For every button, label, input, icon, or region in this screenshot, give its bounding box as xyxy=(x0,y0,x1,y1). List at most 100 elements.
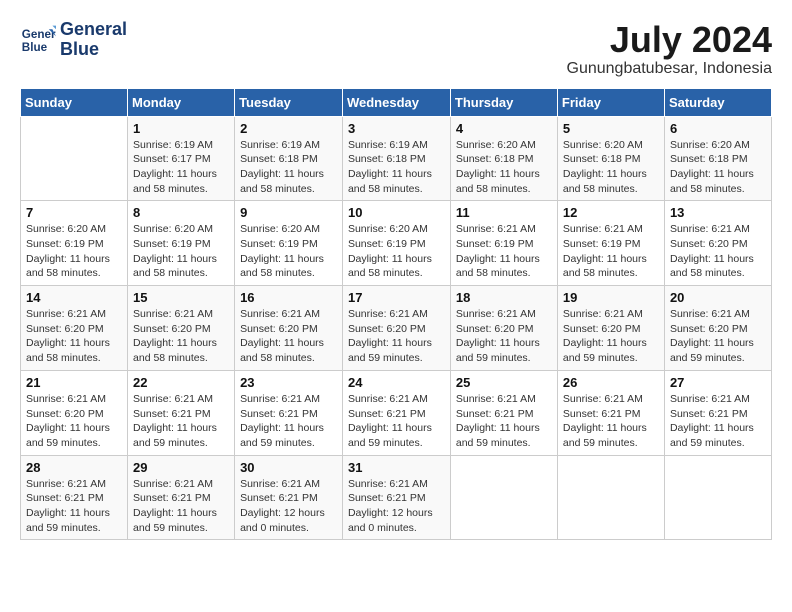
weekday-header-wednesday: Wednesday xyxy=(342,88,450,116)
day-number: 18 xyxy=(456,290,552,305)
calendar-cell: 2Sunrise: 6:19 AMSunset: 6:18 PMDaylight… xyxy=(235,116,343,201)
weekday-header-monday: Monday xyxy=(128,88,235,116)
day-detail: Sunrise: 6:19 AMSunset: 6:18 PMDaylight:… xyxy=(348,138,445,197)
weekday-header-tuesday: Tuesday xyxy=(235,88,343,116)
calendar-cell: 21 Sunrise: 6:21 AMSunset: 6:20 PMDayligh… xyxy=(21,370,128,455)
day-number: 26 xyxy=(563,375,659,390)
day-detail: Sunrise: 6:20 AMSunset: 6:19 PMDaylight:… xyxy=(26,222,122,281)
calendar-cell: 8 Sunrise: 6:20 AMSunset: 6:19 PMDaylight… xyxy=(128,201,235,286)
calendar-cell: 18 Sunrise: 6:21 AMSunset: 6:20 PMDayligh… xyxy=(450,286,557,371)
day-detail: Sunrise: 6:20 AMSunset: 6:19 PMDaylight:… xyxy=(240,222,337,281)
day-detail: Sunrise: 6:20 AMSunset: 6:18 PMDaylight:… xyxy=(670,138,766,197)
title-block: July 2024 Gunungbatubesar, Indonesia xyxy=(567,20,773,78)
day-detail: Sunrise: 6:20 AMSunset: 6:18 PMDaylight:… xyxy=(456,138,552,197)
day-detail: Sunrise: 6:21 AMSunset: 6:20 PMDaylight:… xyxy=(348,307,445,366)
logo: General Blue General Blue xyxy=(20,20,127,60)
day-detail: Sunrise: 6:21 AMSunset: 6:21 PMDaylight:… xyxy=(348,477,445,536)
day-detail: Sunrise: 6:21 AMSunset: 6:20 PMDaylight:… xyxy=(456,307,552,366)
calendar-cell: 10 Sunrise: 6:20 AMSunset: 6:19 PMDayligh… xyxy=(342,201,450,286)
weekday-header-friday: Friday xyxy=(557,88,664,116)
day-number: 10 xyxy=(348,205,445,220)
calendar-cell: 11Sunrise: 6:21 AMSunset: 6:19 PMDayligh… xyxy=(450,201,557,286)
day-number: 19 xyxy=(563,290,659,305)
calendar-cell: 20Sunrise: 6:21 AMSunset: 6:20 PMDayligh… xyxy=(664,286,771,371)
day-detail: Sunrise: 6:20 AMSunset: 6:19 PMDaylight:… xyxy=(133,222,229,281)
day-number: 5 xyxy=(563,121,659,136)
svg-text:Blue: Blue xyxy=(22,41,48,54)
day-detail: Sunrise: 6:21 AMSunset: 6:21 PMDaylight:… xyxy=(133,392,229,451)
weekday-header-saturday: Saturday xyxy=(664,88,771,116)
day-number: 31 xyxy=(348,460,445,475)
day-detail: Sunrise: 6:21 AMSunset: 6:21 PMDaylight:… xyxy=(670,392,766,451)
calendar-cell: 6 Sunrise: 6:20 AMSunset: 6:18 PMDaylight… xyxy=(664,116,771,201)
calendar-cell: 25 Sunrise: 6:21 AMSunset: 6:21 PMDayligh… xyxy=(450,370,557,455)
weekday-header-row: SundayMondayTuesdayWednesdayThursdayFrid… xyxy=(21,88,772,116)
day-detail: Sunrise: 6:21 AMSunset: 6:19 PMDaylight:… xyxy=(563,222,659,281)
day-detail: Sunrise: 6:21 AMSunset: 6:20 PMDaylight:… xyxy=(670,307,766,366)
day-detail: Sunrise: 6:21 AMSunset: 6:21 PMDaylight:… xyxy=(240,392,337,451)
logo-text-line2: Blue xyxy=(60,40,127,60)
day-number: 16 xyxy=(240,290,337,305)
calendar-table: SundayMondayTuesdayWednesdayThursdayFrid… xyxy=(20,88,772,541)
day-number: 1 xyxy=(133,121,229,136)
calendar-cell xyxy=(664,455,771,540)
calendar-cell: 16 Sunrise: 6:21 AMSunset: 6:20 PMDayligh… xyxy=(235,286,343,371)
calendar-cell: 12Sunrise: 6:21 AMSunset: 6:19 PMDayligh… xyxy=(557,201,664,286)
calendar-cell: 27 Sunrise: 6:21 AMSunset: 6:21 PMDayligh… xyxy=(664,370,771,455)
calendar-cell: 26 Sunrise: 6:21 AMSunset: 6:21 PMDayligh… xyxy=(557,370,664,455)
calendar-cell: 13Sunrise: 6:21 AMSunset: 6:20 PMDayligh… xyxy=(664,201,771,286)
calendar-cell: 15 Sunrise: 6:21 AMSunset: 6:20 PMDayligh… xyxy=(128,286,235,371)
day-number: 28 xyxy=(26,460,122,475)
day-detail: Sunrise: 6:21 AMSunset: 6:20 PMDaylight:… xyxy=(26,392,122,451)
general-blue-logo-icon: General Blue xyxy=(20,22,56,58)
calendar-cell: 30Sunrise: 6:21 AMSunset: 6:21 PMDayligh… xyxy=(235,455,343,540)
day-number: 22 xyxy=(133,375,229,390)
day-detail: Sunrise: 6:21 AMSunset: 6:21 PMDaylight:… xyxy=(133,477,229,536)
day-number: 4 xyxy=(456,121,552,136)
calendar-cell: 9 Sunrise: 6:20 AMSunset: 6:19 PMDaylight… xyxy=(235,201,343,286)
day-number: 25 xyxy=(456,375,552,390)
day-number: 27 xyxy=(670,375,766,390)
logo-text-line1: General xyxy=(60,20,127,40)
day-number: 7 xyxy=(26,205,122,220)
day-detail: Sunrise: 6:21 AMSunset: 6:21 PMDaylight:… xyxy=(240,477,337,536)
day-detail: Sunrise: 6:21 AMSunset: 6:20 PMDaylight:… xyxy=(240,307,337,366)
day-number: 29 xyxy=(133,460,229,475)
day-detail: Sunrise: 6:21 AMSunset: 6:20 PMDaylight:… xyxy=(670,222,766,281)
day-number: 15 xyxy=(133,290,229,305)
calendar-cell: 28 Sunrise: 6:21 AMSunset: 6:21 PMDayligh… xyxy=(21,455,128,540)
calendar-cell: 22 Sunrise: 6:21 AMSunset: 6:21 PMDayligh… xyxy=(128,370,235,455)
day-number: 2 xyxy=(240,121,337,136)
day-detail: Sunrise: 6:21 AMSunset: 6:20 PMDaylight:… xyxy=(563,307,659,366)
month-year-title: July 2024 xyxy=(567,20,773,60)
week-row-4: 21 Sunrise: 6:21 AMSunset: 6:20 PMDayligh… xyxy=(21,370,772,455)
calendar-cell xyxy=(557,455,664,540)
day-detail: Sunrise: 6:21 AMSunset: 6:21 PMDaylight:… xyxy=(456,392,552,451)
location-subtitle: Gunungbatubesar, Indonesia xyxy=(567,60,773,78)
calendar-cell: 24 Sunrise: 6:21 AMSunset: 6:21 PMDayligh… xyxy=(342,370,450,455)
calendar-cell: 7 Sunrise: 6:20 AMSunset: 6:19 PMDaylight… xyxy=(21,201,128,286)
day-detail: Sunrise: 6:21 AMSunset: 6:20 PMDaylight:… xyxy=(133,307,229,366)
day-number: 9 xyxy=(240,205,337,220)
day-number: 8 xyxy=(133,205,229,220)
calendar-cell: 19 Sunrise: 6:21 AMSunset: 6:20 PMDayligh… xyxy=(557,286,664,371)
weekday-header-thursday: Thursday xyxy=(450,88,557,116)
calendar-cell: 14 Sunrise: 6:21 AMSunset: 6:20 PMDayligh… xyxy=(21,286,128,371)
day-detail: Sunrise: 6:21 AMSunset: 6:21 PMDaylight:… xyxy=(26,477,122,536)
week-row-5: 28 Sunrise: 6:21 AMSunset: 6:21 PMDayligh… xyxy=(21,455,772,540)
day-number: 14 xyxy=(26,290,122,305)
day-detail: Sunrise: 6:19 AMSunset: 6:17 PMDaylight:… xyxy=(133,138,229,197)
day-number: 3 xyxy=(348,121,445,136)
day-detail: Sunrise: 6:20 AMSunset: 6:19 PMDaylight:… xyxy=(348,222,445,281)
weekday-header-sunday: Sunday xyxy=(21,88,128,116)
calendar-cell xyxy=(450,455,557,540)
day-number: 21 xyxy=(26,375,122,390)
calendar-cell: 29 Sunrise: 6:21 AMSunset: 6:21 PMDayligh… xyxy=(128,455,235,540)
week-row-1: 1 Sunrise: 6:19 AMSunset: 6:17 PMDaylight… xyxy=(21,116,772,201)
day-detail: Sunrise: 6:21 AMSunset: 6:21 PMDaylight:… xyxy=(563,392,659,451)
page-header: General Blue General Blue July 2024 Gunu… xyxy=(20,20,772,78)
day-detail: Sunrise: 6:21 AMSunset: 6:20 PMDaylight:… xyxy=(26,307,122,366)
day-number: 24 xyxy=(348,375,445,390)
day-detail: Sunrise: 6:21 AMSunset: 6:21 PMDaylight:… xyxy=(348,392,445,451)
day-number: 6 xyxy=(670,121,766,136)
